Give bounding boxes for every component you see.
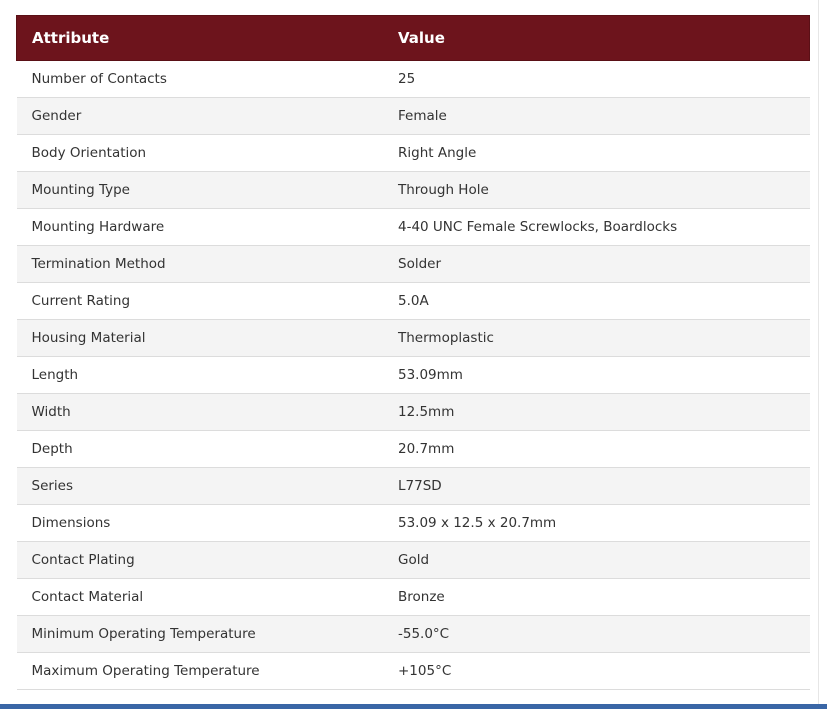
- attribute-cell: Minimum Operating Temperature: [16, 615, 383, 653]
- attribute-cell: Number of Contacts: [16, 60, 383, 98]
- attribute-cell: Maximum Operating Temperature: [16, 652, 383, 690]
- value-cell: +105°C: [383, 652, 810, 690]
- value-cell: 25: [383, 60, 810, 98]
- value-cell: Bronze: [383, 578, 810, 616]
- value-cell: L77SD: [383, 467, 810, 505]
- value-cell: Solder: [383, 245, 810, 283]
- attribute-cell: Contact Plating: [16, 541, 383, 579]
- value-cell: Through Hole: [383, 171, 810, 209]
- column-header-value: Value: [383, 15, 810, 61]
- table-row: Gender Female: [16, 97, 810, 135]
- table-header: Attribute Value: [16, 15, 810, 61]
- attribute-cell: Length: [16, 356, 383, 394]
- table-row: Dimensions 53.09 x 12.5 x 20.7mm: [16, 504, 810, 542]
- table-row: Series L77SD: [16, 467, 810, 505]
- table-header-row: Attribute Value: [16, 15, 810, 61]
- value-cell: 53.09mm: [383, 356, 810, 394]
- attribute-cell: Housing Material: [16, 319, 383, 357]
- table-row: Mounting Hardware 4-40 UNC Female Screwl…: [16, 208, 810, 246]
- table-row: Termination Method Solder: [16, 245, 810, 283]
- attribute-cell: Termination Method: [16, 245, 383, 283]
- value-cell: Right Angle: [383, 134, 810, 172]
- table-row: Housing Material Thermoplastic: [16, 319, 810, 357]
- table-row: Depth 20.7mm: [16, 430, 810, 468]
- table-body: Number of Contacts 25 Gender Female Body…: [16, 60, 810, 690]
- value-cell: Thermoplastic: [383, 319, 810, 357]
- attribute-cell: Mounting Type: [16, 171, 383, 209]
- attribute-cell: Series: [16, 467, 383, 505]
- table-row: Current Rating 5.0A: [16, 282, 810, 320]
- attribute-cell: Contact Material: [16, 578, 383, 616]
- table-row: Contact Material Bronze: [16, 578, 810, 616]
- attribute-cell: Body Orientation: [16, 134, 383, 172]
- column-header-attribute: Attribute: [16, 15, 383, 61]
- table-row: Length 53.09mm: [16, 356, 810, 394]
- value-cell: 20.7mm: [383, 430, 810, 468]
- value-cell: 5.0A: [383, 282, 810, 320]
- table-row: Minimum Operating Temperature -55.0°C: [16, 615, 810, 653]
- attribute-cell: Mounting Hardware: [16, 208, 383, 246]
- table-row: Width 12.5mm: [16, 393, 810, 431]
- value-cell: -55.0°C: [383, 615, 810, 653]
- attribute-cell: Current Rating: [16, 282, 383, 320]
- page-edge-divider: [818, 0, 819, 704]
- attribute-cell: Depth: [16, 430, 383, 468]
- value-cell: Female: [383, 97, 810, 135]
- table-row: Mounting Type Through Hole: [16, 171, 810, 209]
- attribute-cell: Dimensions: [16, 504, 383, 542]
- table-row: Body Orientation Right Angle: [16, 134, 810, 172]
- value-cell: 4-40 UNC Female Screwlocks, Boardlocks: [383, 208, 810, 246]
- table-row: Maximum Operating Temperature +105°C: [16, 652, 810, 690]
- value-cell: 12.5mm: [383, 393, 810, 431]
- value-cell: 53.09 x 12.5 x 20.7mm: [383, 504, 810, 542]
- product-attributes-table: Attribute Value Number of Contacts 25 Ge…: [16, 15, 810, 690]
- table-row: Number of Contacts 25: [16, 60, 810, 98]
- table-row: Contact Plating Gold: [16, 541, 810, 579]
- attribute-cell: Gender: [16, 97, 383, 135]
- value-cell: Gold: [383, 541, 810, 579]
- bottom-accent-bar: [0, 704, 827, 709]
- attribute-cell: Width: [16, 393, 383, 431]
